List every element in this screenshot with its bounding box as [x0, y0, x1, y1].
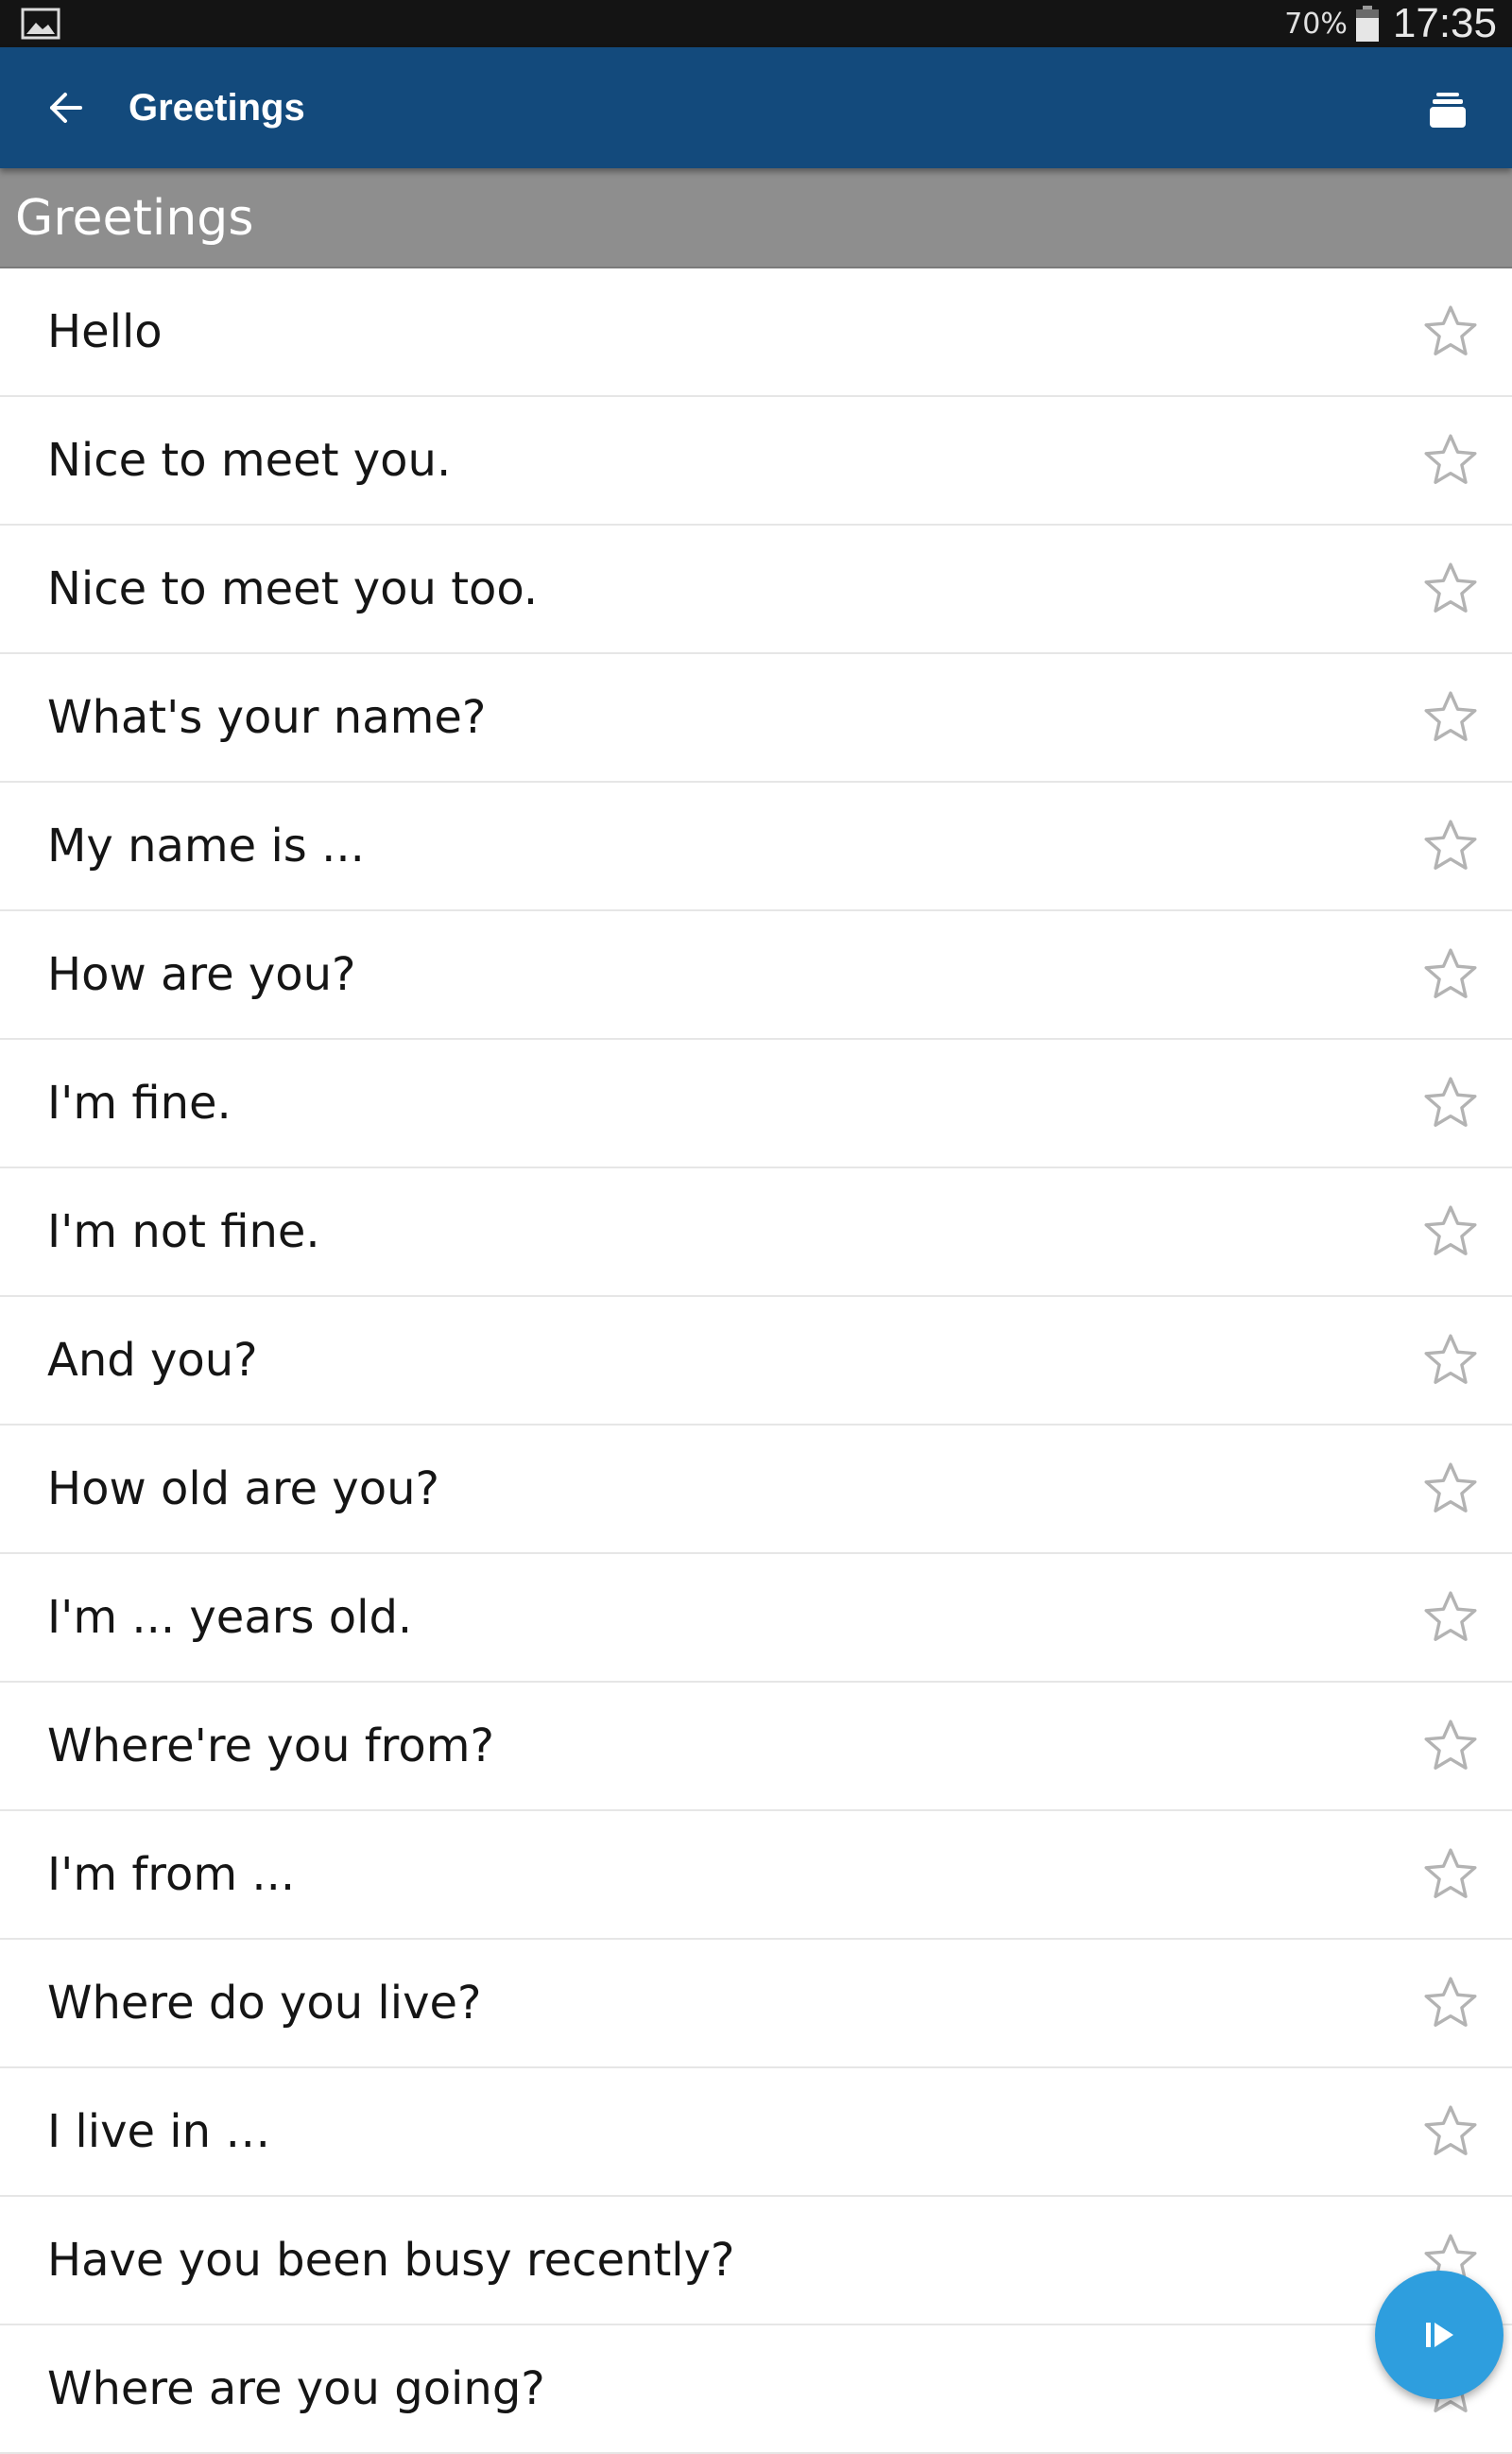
list-item[interactable]: My name is ... [0, 783, 1512, 911]
phrase-text: My name is ... [47, 820, 365, 873]
favorite-button[interactable] [1418, 1841, 1484, 1908]
favorite-button[interactable] [1418, 427, 1484, 493]
star-outline-icon [1424, 1334, 1477, 1384]
phrase-text: How are you? [47, 948, 356, 1001]
list-item[interactable]: I live in … [0, 2068, 1512, 2197]
star-outline-icon [1424, 562, 1477, 613]
favorite-button[interactable] [1418, 942, 1484, 1008]
star-outline-icon [1424, 1077, 1477, 1127]
image-notification-icon [21, 8, 60, 40]
favorite-button[interactable] [1418, 1327, 1484, 1393]
clock: 17:35 [1392, 0, 1497, 46]
list-item[interactable]: Have you been busy recently? [0, 2197, 1512, 2325]
phrase-text: Where do you live? [47, 1977, 482, 2030]
list-item[interactable]: Where're you from? [0, 1683, 1512, 1811]
list-item[interactable]: Where are you going? [0, 2325, 1512, 2454]
list-item[interactable]: And you? [0, 1297, 1512, 1426]
list-item[interactable]: Nice to meet you. [0, 397, 1512, 526]
list-item[interactable]: How are you? [0, 911, 1512, 1040]
phrase-text: And you? [47, 1334, 258, 1387]
list-item[interactable]: I'm not fine. [0, 1168, 1512, 1297]
phrase-text: Nice to meet you. [47, 434, 452, 487]
favorite-button[interactable] [1418, 2099, 1484, 2165]
battery-icon [1355, 6, 1379, 42]
favorite-button[interactable] [1418, 556, 1484, 622]
favorite-button[interactable] [1418, 1070, 1484, 1136]
list-item[interactable]: I'm from ... [0, 1811, 1512, 1940]
phrase-text: What's your name? [47, 691, 487, 744]
phrase-text: Nice to meet you too. [47, 562, 539, 615]
list-item[interactable]: How old are you? [0, 1426, 1512, 1554]
star-outline-icon [1424, 1848, 1477, 1898]
app-bar: Greetings [0, 47, 1512, 168]
favorite-button[interactable] [1418, 684, 1484, 751]
phrase-text: Have you been busy recently? [47, 2234, 735, 2287]
favorite-button[interactable] [1418, 1456, 1484, 1522]
phrase-text: I'm not fine. [47, 1205, 320, 1258]
star-outline-icon [1424, 434, 1477, 484]
stack-icon [1430, 93, 1466, 128]
favorite-button[interactable] [1418, 1584, 1484, 1650]
phrase-list: Hello Nice to meet you. Nice to meet you t… [0, 268, 1512, 2454]
star-outline-icon [1424, 1591, 1477, 1641]
status-right-group: 70% 17:35 [1284, 0, 1497, 47]
phrase-text: Hello [47, 305, 163, 358]
list-item[interactable]: Nice to meet you too. [0, 526, 1512, 654]
list-item[interactable]: Where do you live? [0, 1940, 1512, 2068]
phrase-text: I'm from ... [47, 1848, 296, 1901]
favorite-button[interactable] [1418, 813, 1484, 879]
play-button[interactable] [1375, 2271, 1503, 2399]
phrase-text: Where are you going? [47, 2362, 545, 2415]
favorite-button[interactable] [1418, 1199, 1484, 1265]
favorite-button[interactable] [1418, 1713, 1484, 1779]
phrase-text: How old are you? [47, 1462, 439, 1515]
back-button[interactable] [38, 79, 94, 136]
phrase-text: I'm fine. [47, 1077, 232, 1130]
stack-button[interactable] [1418, 79, 1478, 140]
phrase-text: I'm ... years old. [47, 1591, 413, 1644]
battery-percent: 70% [1284, 7, 1348, 41]
favorite-button[interactable] [1418, 1970, 1484, 2036]
star-outline-icon [1424, 820, 1477, 870]
star-outline-icon [1424, 1720, 1477, 1770]
list-item[interactable]: What's your name? [0, 654, 1512, 783]
phrase-text: Where're you from? [47, 1720, 494, 1772]
list-item[interactable]: I'm ... years old. [0, 1554, 1512, 1683]
list-item[interactable]: Hello [0, 268, 1512, 397]
star-outline-icon [1424, 1462, 1477, 1512]
star-outline-icon [1424, 305, 1477, 355]
section-header: Greetings [0, 168, 1512, 268]
app-title: Greetings [129, 87, 305, 129]
status-bar: 70% 17:35 [0, 0, 1512, 47]
star-outline-icon [1424, 1977, 1477, 2027]
section-title: Greetings [15, 190, 254, 247]
star-outline-icon [1424, 1205, 1477, 1255]
star-outline-icon [1424, 948, 1477, 998]
phrase-text: I live in … [47, 2105, 271, 2158]
star-outline-icon [1424, 691, 1477, 741]
arrow-back-icon [50, 93, 82, 123]
favorite-button[interactable] [1418, 299, 1484, 365]
play-icon [1426, 2323, 1453, 2347]
list-item[interactable]: I'm fine. [0, 1040, 1512, 1168]
star-outline-icon [1424, 2105, 1477, 2155]
